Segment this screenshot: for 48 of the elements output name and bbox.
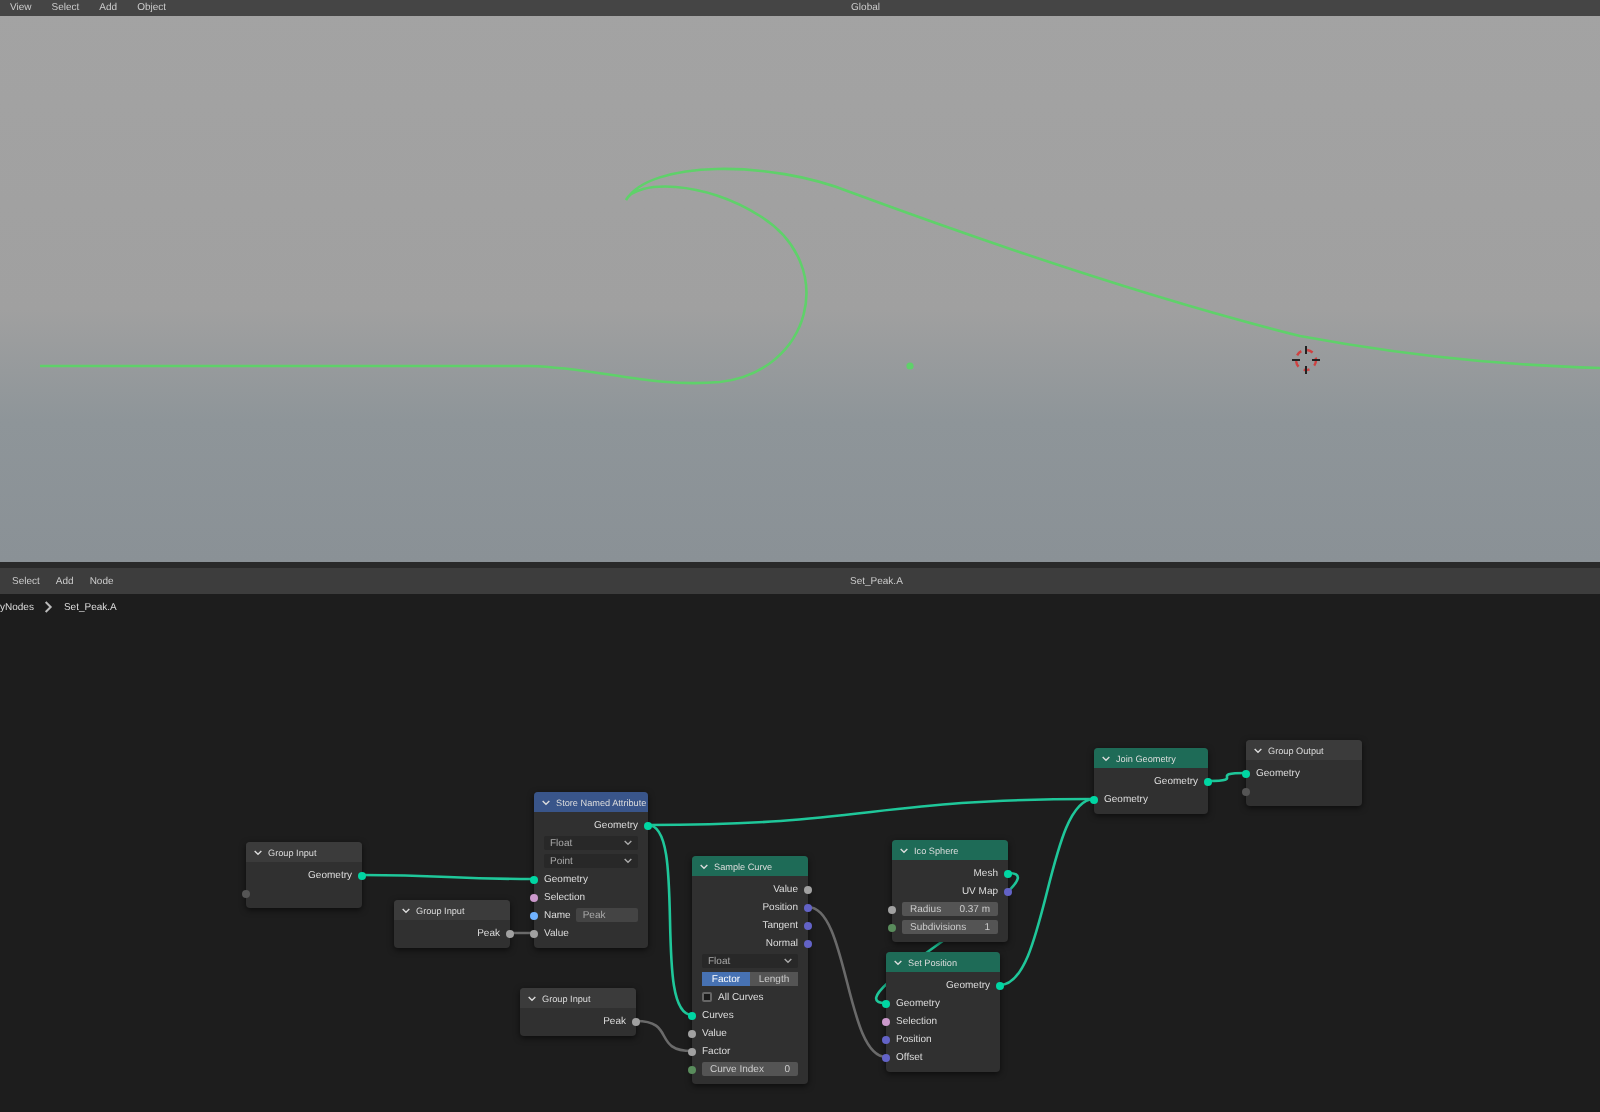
node-link xyxy=(1207,771,1247,783)
socket-dot[interactable] xyxy=(1242,787,1250,795)
caret-icon xyxy=(624,858,632,864)
collapse-icon[interactable] xyxy=(528,995,536,1001)
socket-dot[interactable] xyxy=(888,923,896,931)
socket-dot[interactable] xyxy=(644,821,652,829)
collapse-icon[interactable] xyxy=(894,959,902,965)
socket-dot[interactable] xyxy=(530,929,538,937)
socket-dot[interactable] xyxy=(1004,887,1012,895)
socket-dot[interactable] xyxy=(882,1035,890,1043)
socket-dot[interactable] xyxy=(804,921,812,929)
socket-dot[interactable] xyxy=(632,1017,640,1025)
socket-dot[interactable] xyxy=(1242,769,1250,777)
socket-dot[interactable] xyxy=(804,885,812,893)
socket-dot[interactable] xyxy=(1090,795,1098,803)
socket-dot[interactable] xyxy=(882,999,890,1007)
collapse-icon[interactable] xyxy=(402,907,410,913)
collapse-icon[interactable] xyxy=(542,799,550,805)
caret-icon xyxy=(624,840,632,846)
socket-dot[interactable] xyxy=(688,1011,696,1019)
collapse-icon[interactable] xyxy=(1254,747,1262,753)
socket-dot[interactable] xyxy=(688,1065,696,1073)
socket-dot[interactable] xyxy=(882,1053,890,1061)
socket-dot[interactable] xyxy=(804,903,812,911)
3d-cursor-icon xyxy=(1291,345,1321,375)
collapse-icon[interactable] xyxy=(1102,755,1110,761)
chevron-right-icon xyxy=(43,600,54,614)
caret-icon xyxy=(784,958,792,964)
socket-dot[interactable] xyxy=(688,1047,696,1055)
socket-dot[interactable] xyxy=(530,893,538,901)
collapse-icon[interactable] xyxy=(254,849,262,855)
socket-dot[interactable] xyxy=(242,889,250,897)
socket-dot[interactable] xyxy=(804,939,812,947)
socket-dot[interactable] xyxy=(530,911,538,919)
socket-dot[interactable] xyxy=(530,875,538,883)
origin-dot xyxy=(906,362,914,370)
socket-dot[interactable] xyxy=(882,1017,890,1025)
socket-dot[interactable] xyxy=(1004,869,1012,877)
socket-dot[interactable] xyxy=(996,981,1004,989)
collapse-icon[interactable] xyxy=(700,863,708,869)
node-link xyxy=(510,931,534,935)
socket-dot[interactable] xyxy=(358,871,366,879)
collapse-icon[interactable] xyxy=(900,847,908,853)
socket-dot[interactable] xyxy=(1204,777,1212,785)
socket-dot[interactable] xyxy=(688,1029,696,1037)
socket-dot[interactable] xyxy=(506,929,514,937)
checkbox[interactable] xyxy=(702,992,712,1002)
socket-dot[interactable] xyxy=(888,905,896,913)
